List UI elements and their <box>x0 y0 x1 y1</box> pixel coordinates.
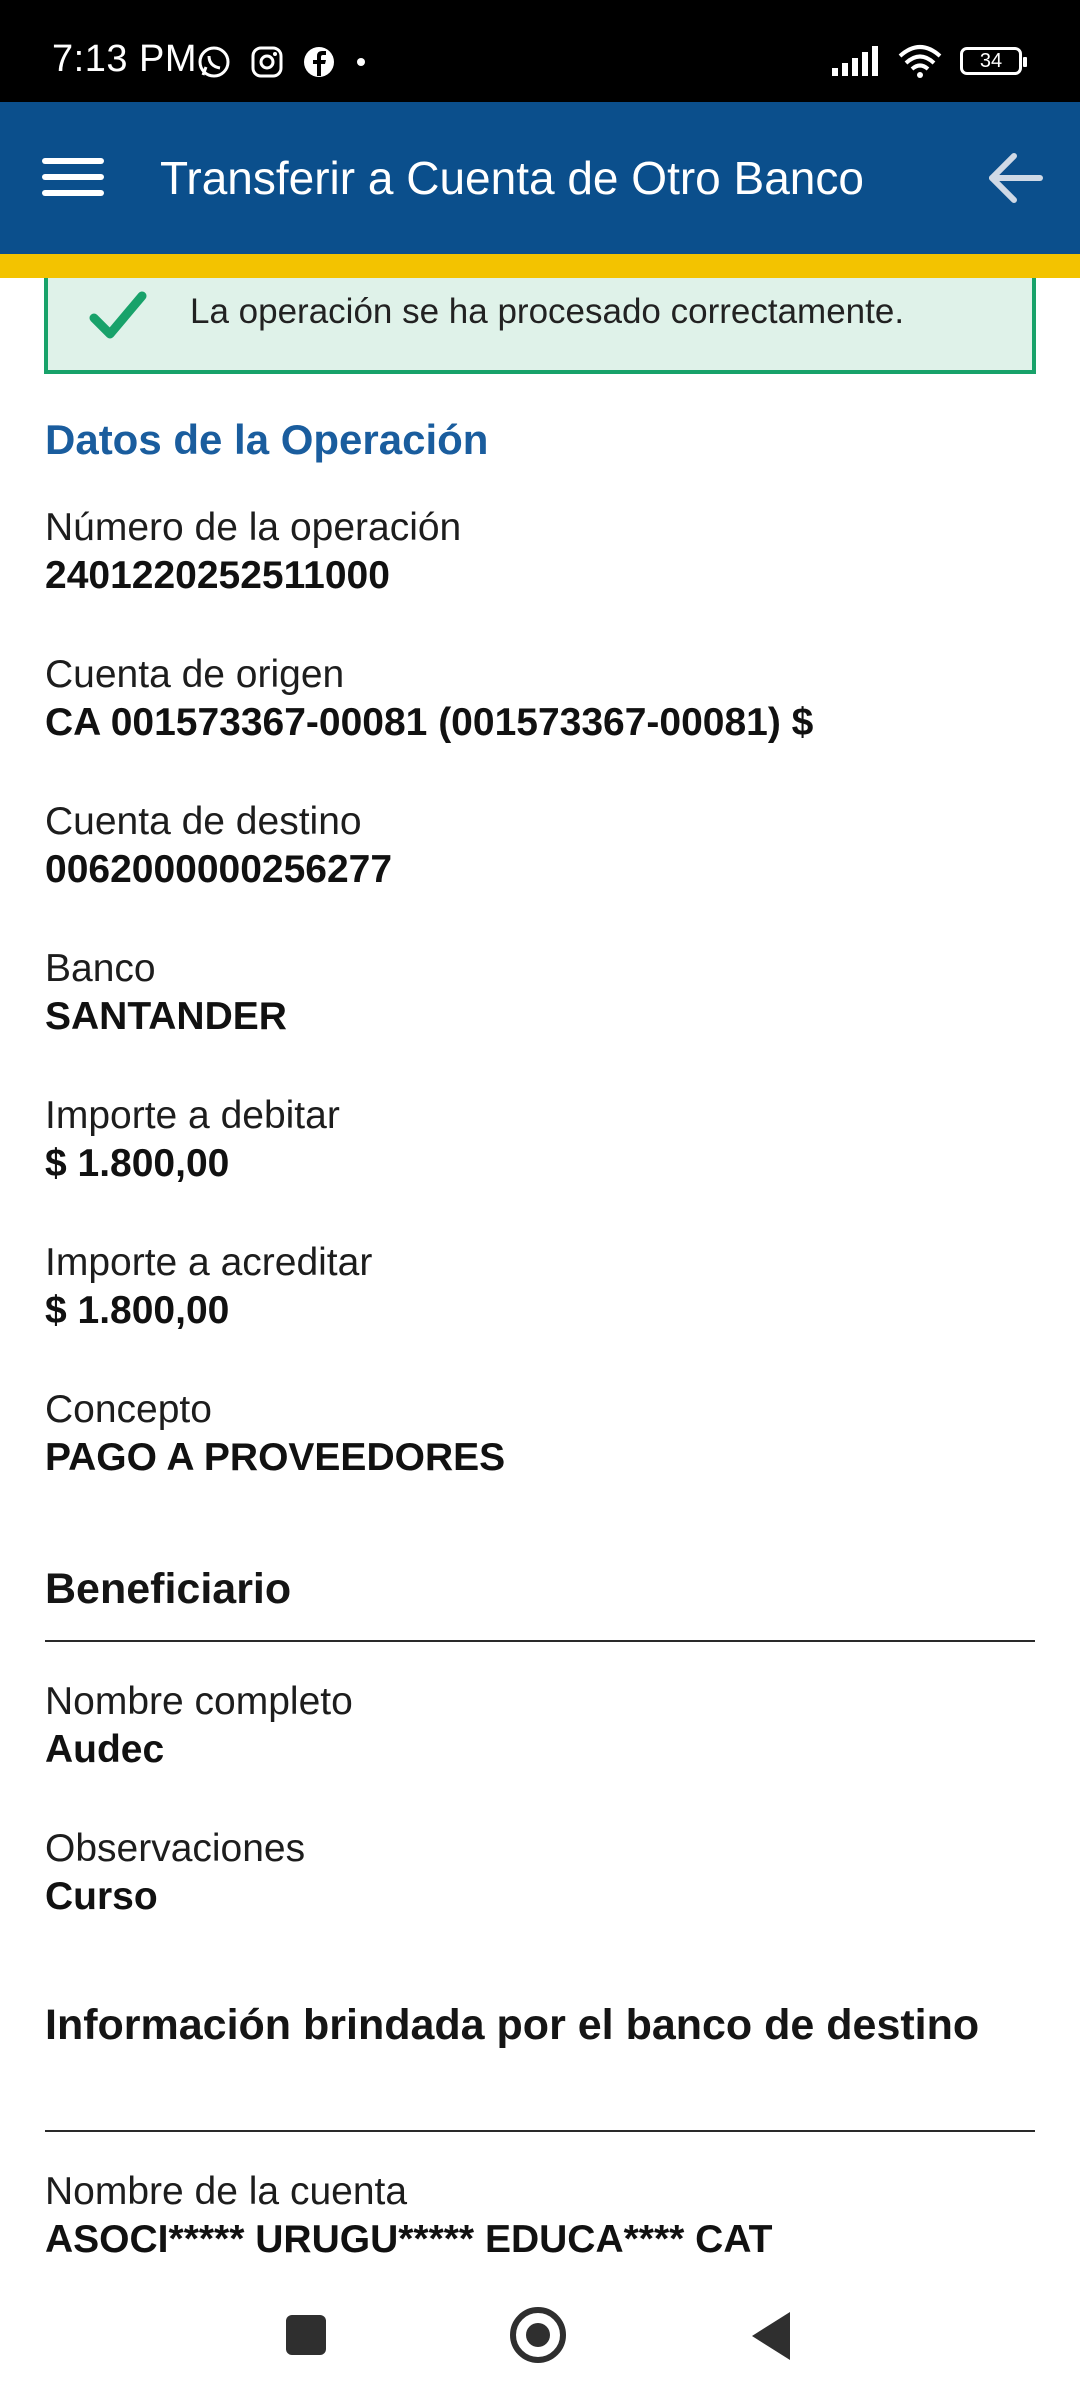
field-value: ASOCI***** URUGU***** EDUCA**** CAT <box>45 2218 773 2261</box>
field-concept: Concepto PAGO A PROVEEDORES <box>45 1386 1035 1482</box>
field-label: Cuenta de origen <box>45 653 345 696</box>
success-alert: La operación se ha procesado correctamen… <box>44 278 1036 374</box>
notification-icons <box>196 44 368 80</box>
signal-icon <box>832 46 878 76</box>
field-value: CA 001573367-00081 (001573367-00081) $ <box>45 701 814 744</box>
field-label: Nombre completo <box>45 1680 353 1723</box>
field-observations: Observaciones Curso <box>45 1825 1035 1921</box>
field-origin-account: Cuenta de origen CA 001573367-00081 (001… <box>45 651 1035 747</box>
field-value: Audec <box>45 1728 165 1771</box>
success-message: La operación se ha procesado correctamen… <box>190 292 905 331</box>
field-label: Observaciones <box>45 1827 306 1870</box>
field-operation-number: Número de la operación 2401220252511000 <box>45 504 1035 600</box>
field-label: Banco <box>45 947 156 990</box>
system-icons: 34 <box>830 44 1027 78</box>
field-label: Importe a acreditar <box>45 1241 373 1284</box>
field-debit-amount: Importe a debitar $ 1.800,00 <box>45 1092 1035 1188</box>
field-bank: Banco SANTANDER <box>45 945 1035 1041</box>
field-value: Curso <box>45 1875 158 1918</box>
field-full-name: Nombre completo Audec <box>45 1678 1035 1774</box>
recents-square-icon[interactable] <box>286 2315 326 2355</box>
divider <box>45 2130 1035 2132</box>
field-value: PAGO A PROVEEDORES <box>45 1436 506 1479</box>
field-label: Nombre de la cuenta <box>45 2170 408 2213</box>
divider <box>45 1640 1035 1642</box>
instagram-icon <box>251 46 283 78</box>
wifi-icon <box>898 45 942 78</box>
back-triangle-icon[interactable] <box>752 2312 790 2360</box>
check-icon <box>89 291 147 339</box>
section-title-bank-info: Información brindada por el banco de des… <box>45 2001 980 2049</box>
field-label: Concepto <box>45 1388 212 1431</box>
field-value: SANTANDER <box>45 995 287 1038</box>
field-value: 2401220252511000 <box>45 554 390 597</box>
field-label: Número de la operación <box>45 506 462 549</box>
field-label: Cuenta de destino <box>45 800 362 843</box>
hamburger-menu-icon[interactable] <box>42 154 104 200</box>
field-value: 0062000000256277 <box>45 848 393 891</box>
header-stripe <box>0 254 1080 278</box>
dot-icon <box>357 58 365 66</box>
status-time: 7:13 PM <box>52 38 198 80</box>
section-title-operation: Datos de la Operación <box>45 416 489 463</box>
status-bar: 7:13 PM 34 <box>0 0 1080 102</box>
field-credit-amount: Importe a acreditar $ 1.800,00 <box>45 1239 1035 1335</box>
system-nav-bar <box>0 2270 1080 2400</box>
page-title: Transferir a Cuenta de Otro Banco <box>160 152 864 204</box>
whatsapp-icon <box>198 46 230 78</box>
section-title-beneficiary: Beneficiario <box>45 1565 292 1613</box>
field-destination-account: Cuenta de destino 0062000000256277 <box>45 798 1035 894</box>
field-label: Importe a debitar <box>45 1094 340 1137</box>
facebook-icon <box>304 47 334 77</box>
arrow-left-icon[interactable] <box>984 150 1044 206</box>
home-circle-icon[interactable] <box>510 2307 566 2363</box>
field-value: $ 1.800,00 <box>45 1289 230 1332</box>
field-account-name: Nombre de la cuenta ASOCI***** URUGU****… <box>45 2168 1035 2264</box>
field-value: $ 1.800,00 <box>45 1142 230 1185</box>
battery-icon: 34 <box>960 47 1027 75</box>
